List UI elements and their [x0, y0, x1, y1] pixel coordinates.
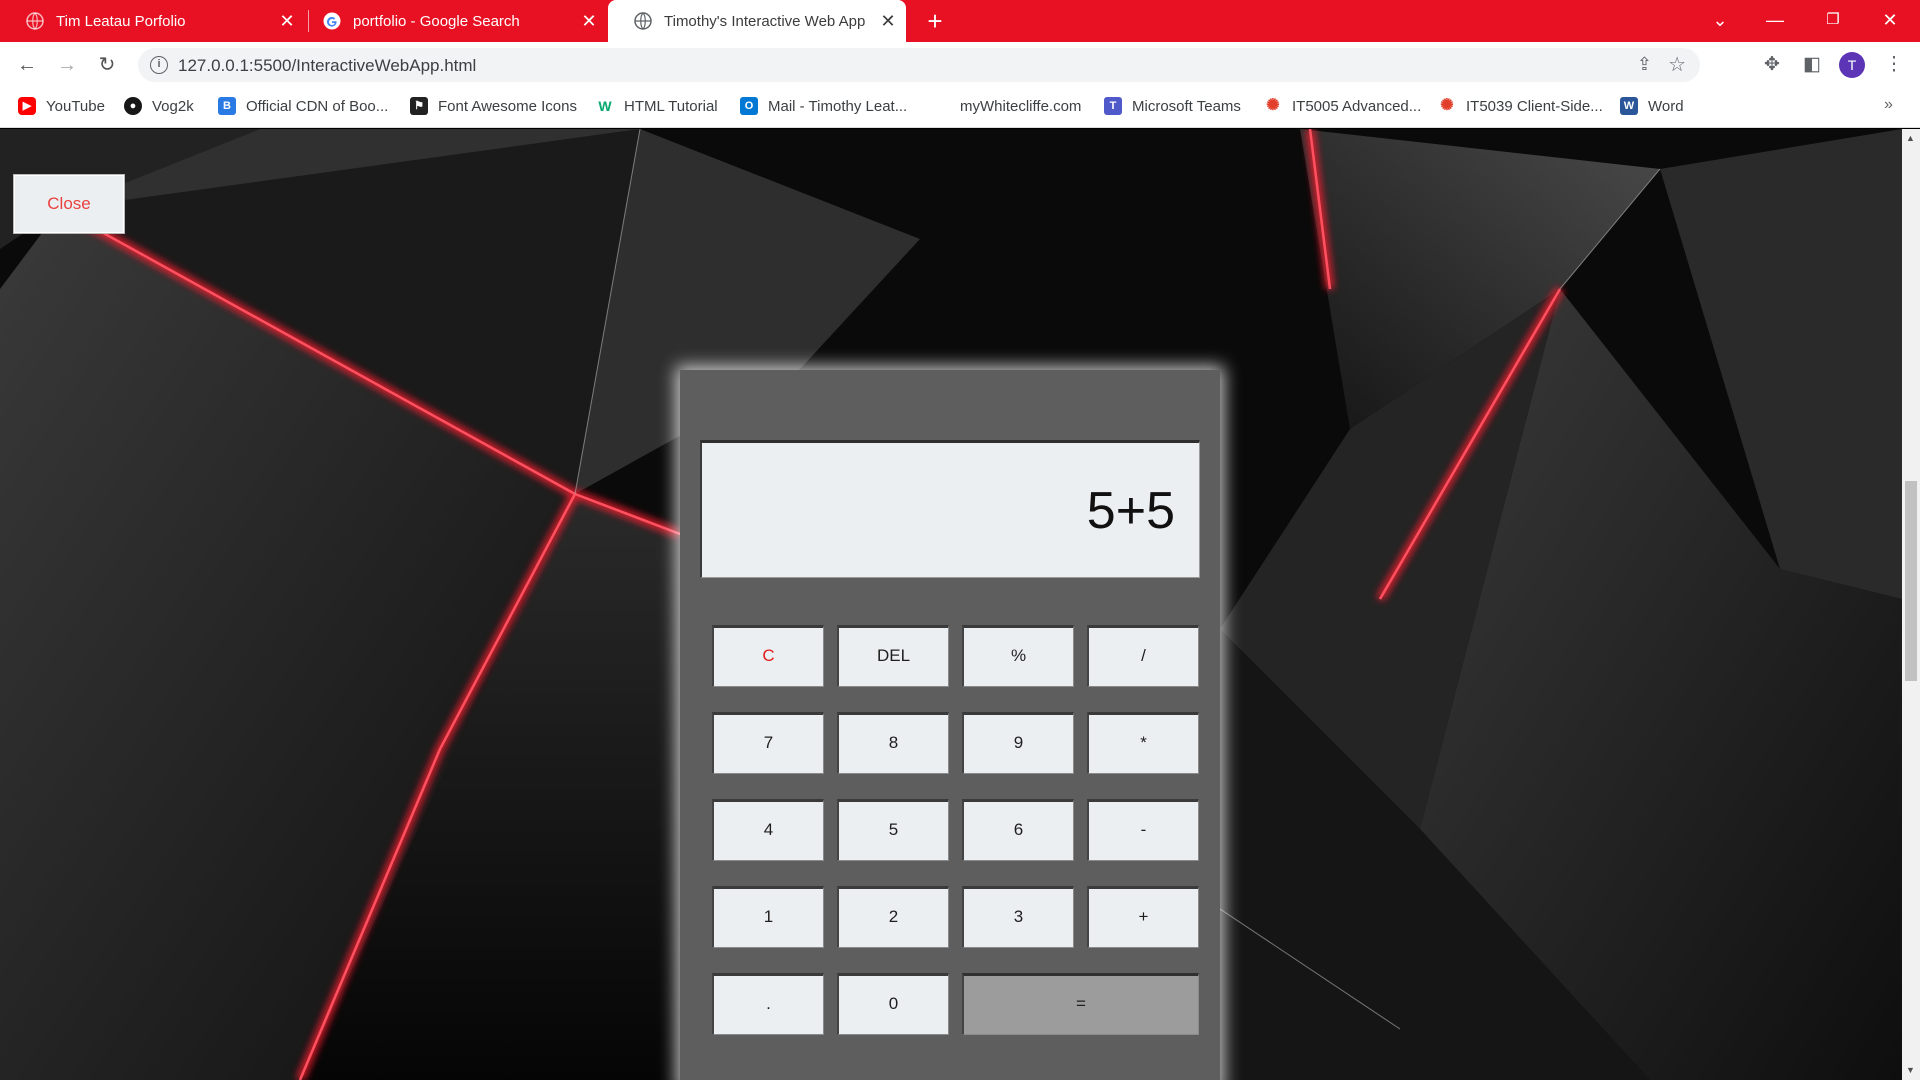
bookmark-label: Vog2k — [152, 97, 194, 115]
canvas-icon: ✺ — [1438, 97, 1456, 115]
tab-title: Tim Leatau Porfolio — [56, 12, 186, 30]
browser-toolbar: ← → ↻ i 127.0.0.1:5500/InteractiveWebApp… — [0, 42, 1920, 88]
bookmarks-bar: ▶ YouTube ● Vog2k B Official CDN of Boo.… — [0, 88, 1920, 128]
reload-icon[interactable]: ↻ — [92, 50, 122, 80]
page-viewport: Close 5+5 C DEL % / 7 8 9 * 4 5 6 - 1 2 … — [0, 129, 1902, 1080]
avatar[interactable]: T — [1839, 52, 1865, 78]
address-bar[interactable]: i 127.0.0.1:5500/InteractiveWebApp.html … — [138, 48, 1700, 82]
extensions-icon[interactable]: ✥ — [1758, 51, 1786, 79]
key-9[interactable]: 9 — [962, 712, 1074, 774]
tab-interactive-web-app[interactable]: Timothy's Interactive Web App ✕ — [608, 0, 906, 42]
bookmark-font-awesome[interactable]: ⚑ Font Awesome Icons — [410, 88, 577, 124]
tab-search-icon[interactable]: ⌄ — [1700, 0, 1740, 42]
share-icon[interactable]: ⇪ — [1637, 54, 1652, 75]
bookmark-microsoft-teams[interactable]: T Microsoft Teams — [1104, 88, 1241, 124]
info-icon[interactable]: i — [150, 56, 168, 74]
key-2[interactable]: 2 — [837, 886, 949, 948]
menu-icon[interactable]: ⋮ — [1880, 51, 1908, 79]
key-0[interactable]: 0 — [837, 973, 949, 1035]
bookmark-label: Official CDN of Boo... — [246, 97, 389, 115]
tab-title: portfolio - Google Search — [353, 12, 520, 30]
bookmark-mail[interactable]: O Mail - Timothy Leat... — [740, 88, 907, 124]
new-tab-button[interactable]: + — [920, 6, 950, 36]
close-icon[interactable]: ✕ — [575, 11, 603, 32]
bookmark-label: Microsoft Teams — [1132, 97, 1241, 115]
key-3[interactable]: 3 — [962, 886, 1074, 948]
clear-button[interactable]: C — [712, 625, 824, 687]
key-6[interactable]: 6 — [962, 799, 1074, 861]
github-icon: ● — [124, 97, 142, 115]
youtube-icon: ▶ — [18, 97, 36, 115]
tab-strip: Tim Leatau Porfolio ✕ portfolio - Google… — [0, 0, 1920, 42]
equals-button[interactable]: = — [962, 973, 1199, 1035]
decimal-button[interactable]: . — [712, 973, 824, 1035]
window-close-icon[interactable]: ✕ — [1870, 0, 1910, 42]
back-icon[interactable]: ← — [12, 50, 42, 80]
close-icon[interactable]: ✕ — [874, 11, 902, 32]
globe-icon — [634, 12, 652, 30]
scroll-up-icon[interactable]: ▲ — [1906, 133, 1915, 143]
key-8[interactable]: 8 — [837, 712, 949, 774]
key-5[interactable]: 5 — [837, 799, 949, 861]
add-button[interactable]: + — [1087, 886, 1199, 948]
close-button[interactable]: Close — [13, 174, 125, 234]
percent-button[interactable]: % — [962, 625, 1074, 687]
subtract-button[interactable]: - — [1087, 799, 1199, 861]
bookmark-label: HTML Tutorial — [624, 97, 718, 115]
side-panel-icon[interactable]: ◧ — [1798, 51, 1826, 79]
bookmark-label: IT5005 Advanced... — [1292, 97, 1422, 115]
w3schools-icon: W — [596, 97, 614, 115]
globe-icon — [26, 12, 44, 30]
bookmark-label: IT5039 Client-Side... — [1466, 97, 1603, 115]
tab-portfolio[interactable]: Tim Leatau Porfolio ✕ — [0, 0, 305, 42]
key-1[interactable]: 1 — [712, 886, 824, 948]
tab-google-search[interactable]: portfolio - Google Search ✕ — [297, 0, 607, 42]
teams-icon: T — [1104, 97, 1122, 115]
bookmark-star-icon[interactable]: ☆ — [1668, 52, 1686, 77]
bookmark-vog2k[interactable]: ● Vog2k — [124, 88, 194, 124]
restore-icon[interactable]: ❐ — [1813, 0, 1853, 42]
calculator-display: 5+5 — [700, 440, 1200, 578]
fontawesome-icon: ⚑ — [410, 97, 428, 115]
google-icon — [323, 12, 341, 30]
bootstrap-icon: B — [218, 97, 236, 115]
page-scrollbar[interactable]: ▲ ▼ — [1902, 129, 1920, 1080]
bookmark-label: YouTube — [46, 97, 105, 115]
bookmark-label: Word — [1648, 97, 1684, 115]
display-expression: 5+5 — [1086, 482, 1175, 540]
bookmark-it5039[interactable]: ✺ IT5039 Client-Side... — [1438, 88, 1603, 124]
divide-button[interactable]: / — [1087, 625, 1199, 687]
bookmark-mywhitecliffe[interactable]: myWhitecliffe.com — [960, 88, 1081, 124]
bookmark-word[interactable]: W Word — [1620, 88, 1684, 124]
word-icon: W — [1620, 97, 1638, 115]
calculator: 5+5 C DEL % / 7 8 9 * 4 5 6 - 1 2 3 + . … — [680, 370, 1220, 1080]
key-4[interactable]: 4 — [712, 799, 824, 861]
tab-title: Timothy's Interactive Web App — [664, 12, 866, 30]
scrollbar-thumb[interactable] — [1905, 481, 1917, 681]
bookmark-label: Font Awesome Icons — [438, 97, 577, 115]
url-text[interactable]: 127.0.0.1:5500/InteractiveWebApp.html — [178, 56, 476, 76]
multiply-button[interactable]: * — [1087, 712, 1199, 774]
bookmark-it5005[interactable]: ✺ IT5005 Advanced... — [1264, 88, 1421, 124]
minimize-icon[interactable]: — — [1755, 0, 1795, 42]
key-7[interactable]: 7 — [712, 712, 824, 774]
scroll-down-icon[interactable]: ▼ — [1906, 1065, 1915, 1075]
delete-button[interactable]: DEL — [837, 625, 949, 687]
bookmark-youtube[interactable]: ▶ YouTube — [18, 88, 105, 124]
outlook-icon: O — [740, 97, 758, 115]
bookmark-label: myWhitecliffe.com — [960, 97, 1082, 115]
more-bookmarks-icon[interactable]: » — [1884, 96, 1893, 114]
bookmark-html-tutorial[interactable]: W HTML Tutorial — [596, 88, 718, 124]
forward-icon[interactable]: → — [52, 50, 82, 80]
canvas-icon: ✺ — [1264, 97, 1282, 115]
bookmark-bootstrap-cdn[interactable]: B Official CDN of Boo... — [218, 88, 388, 124]
bookmark-label: Mail - Timothy Leat... — [768, 97, 908, 115]
